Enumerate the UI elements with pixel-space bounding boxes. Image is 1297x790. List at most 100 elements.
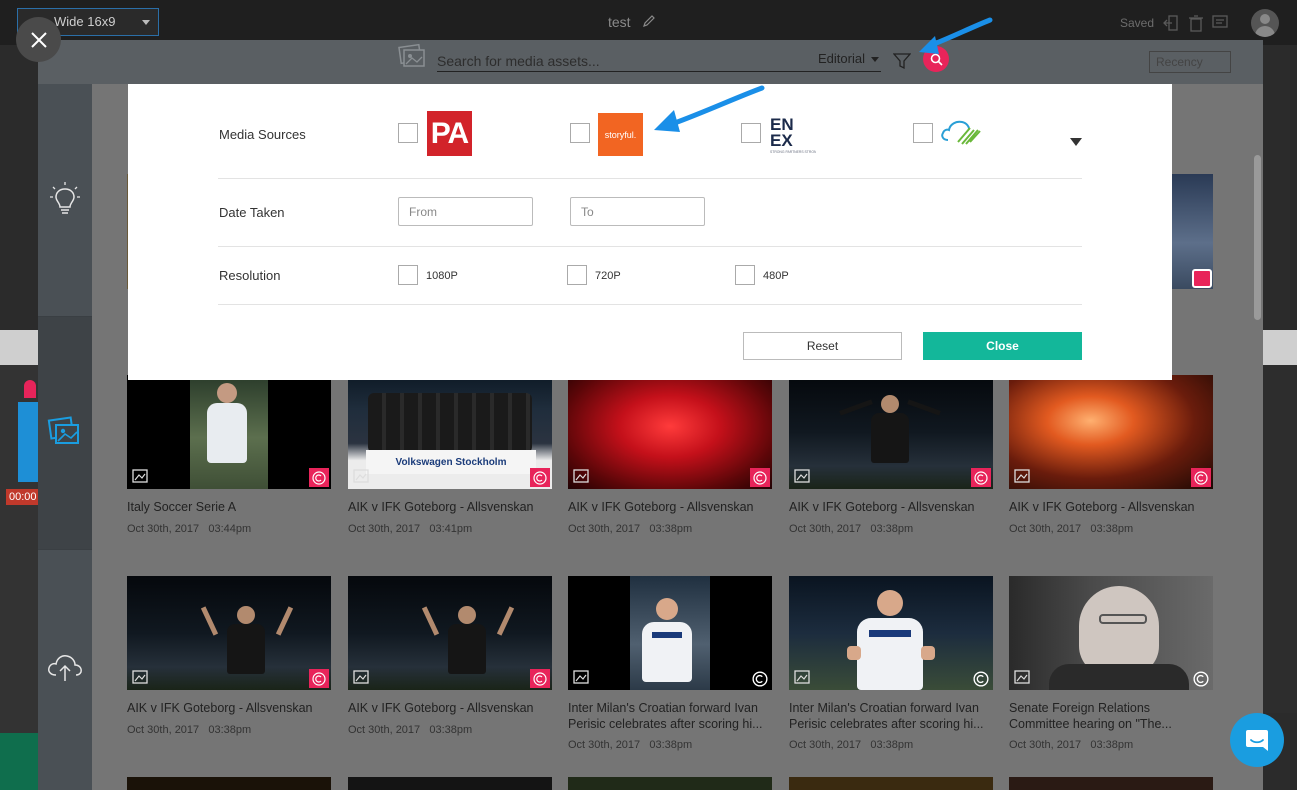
project-title[interactable]: test [608,14,631,30]
bg-playhead [24,380,36,398]
date-to-input[interactable] [570,197,705,226]
bg-green-block [0,733,38,790]
lightbulb-icon [50,182,80,214]
copyright-icon [1191,669,1211,688]
copyright-icon [309,468,329,487]
close-overlay-button[interactable] [16,17,61,62]
filter-icon[interactable] [893,52,911,70]
search-input[interactable] [437,50,881,72]
asset-timestamp: Oct 30th, 2017 03:38pm [789,739,914,751]
asset-thumbnail[interactable] [1009,375,1213,489]
photo-icon [794,469,810,483]
rail-media-button[interactable] [38,317,92,550]
asset-timestamp: Oct 30th, 2017 03:41pm [348,523,473,535]
asset-timestamp: Oct 30th, 2017 03:44pm [127,523,252,535]
enex-logo: EN EX STRONG PARTNERS STRONG NEWS [770,115,816,154]
category-label: Editorial [818,51,865,66]
copyright-icon [971,669,991,688]
close-button[interactable]: Close [923,332,1082,360]
media-library-icon [47,416,79,444]
bg-timecode: 00:00 [6,489,38,505]
resolution-label: Resolution [219,268,281,283]
pa-logo: PA [427,111,472,156]
asset-thumbnail[interactable] [568,576,772,690]
asset-title: AIK v IFK Goteborg - Allsvenskan [568,500,754,514]
aspect-ratio-label: Wide 16x9 [54,14,116,29]
asset-title: AIK v IFK Goteborg - Allsvenskan [1009,500,1195,514]
asset-thumbnail-partial[interactable] [1009,777,1213,790]
user-avatar[interactable] [1251,9,1279,37]
asset-timestamp: Oct 30th, 2017 03:38pm [789,523,914,535]
copyright-icon [530,669,550,688]
scrollbar[interactable] [1254,155,1261,320]
asset-thumbnail-partial[interactable] [348,777,552,790]
trash-icon[interactable] [1188,14,1204,32]
copyright-icon [750,669,770,688]
chat-icon [1246,730,1268,751]
divider [218,178,1082,179]
sort-select[interactable]: Recency [1149,51,1231,73]
rail-ideas-button[interactable] [38,84,92,317]
asset-thumbnail[interactable] [1009,576,1213,690]
date-from-input[interactable] [398,197,533,226]
reset-button[interactable]: Reset [743,332,902,360]
chevron-down-icon [142,20,150,25]
asset-thumbnail[interactable] [568,375,772,489]
copyright-icon [971,468,991,487]
side-rail [38,84,92,790]
asset-thumbnail[interactable] [127,576,331,690]
close-icon [30,31,47,48]
asset-thumbnail[interactable] [127,375,331,489]
resolution-checkbox-480p[interactable] [735,265,755,285]
comment-icon[interactable] [1212,14,1228,32]
asset-thumbnail-partial[interactable] [789,777,993,790]
asset-thumbnail-partial[interactable] [568,777,772,790]
media-library-icon [398,43,425,67]
source-checkbox-storyful[interactable] [570,123,590,143]
resolution-checkbox-1080p[interactable] [398,265,418,285]
asset-thumbnail[interactable] [789,576,993,690]
asset-timestamp: Oct 30th, 2017 03:38pm [1009,523,1134,535]
asset-title: AIK v IFK Goteborg - Allsvenskan [127,701,313,715]
photo-icon [794,670,810,684]
chat-launcher-button[interactable] [1230,713,1284,767]
photo-icon [353,469,369,483]
divider [218,246,1082,247]
saved-status: Saved [1120,16,1155,30]
divider [218,304,1082,305]
asset-thumbnail[interactable] [348,576,552,690]
asset-timestamp: Oct 30th, 2017 03:38pm [568,523,693,535]
svg-text:STRONG PARTNERS STRONG NEWS: STRONG PARTNERS STRONG NEWS [770,150,816,154]
copyright-icon [530,468,550,487]
photo-icon [573,469,589,483]
cloud-upload-icon [48,654,82,681]
photo-icon [132,670,148,684]
photo-icon [1014,670,1030,684]
asset-thumbnail[interactable] [789,375,993,489]
storyful-logo: storyful. [598,113,643,156]
asset-title: Italy Soccer Serie A [127,500,237,514]
bg-timeline-strip [0,330,38,365]
expand-sources-caret[interactable] [1070,138,1082,146]
asset-title: AIK v IFK Goteborg - Allsvenskan [348,500,534,514]
date-taken-label: Date Taken [219,205,285,220]
resolution-label-1080p: 1080P [426,270,458,282]
bg-timeline-strip-right [1263,330,1297,365]
category-select[interactable]: Editorial [818,51,879,66]
copyright-icon [750,468,770,487]
pencil-icon[interactable] [642,14,656,28]
annotation-arrow-icon [654,85,765,132]
asset-thumbnail[interactable]: Volkswagen Stockholm [348,375,552,489]
annotation-arrow-icon [919,17,993,54]
top-bar: Wide 16x9 test Saved [0,0,1297,45]
asset-timestamp: Oct 30th, 2017 03:38pm [348,724,473,736]
asset-thumbnail-partial[interactable] [127,777,331,790]
rail-upload-button[interactable] [38,550,92,783]
export-icon[interactable] [1163,14,1179,32]
asset-title: Senate Foreign Relations Committee heari… [1009,701,1172,731]
source-checkbox-pa[interactable] [398,123,418,143]
photo-icon [573,670,589,684]
photo-icon [353,670,369,684]
source-checkbox-cloud[interactable] [913,123,933,143]
resolution-checkbox-720p[interactable] [567,265,587,285]
